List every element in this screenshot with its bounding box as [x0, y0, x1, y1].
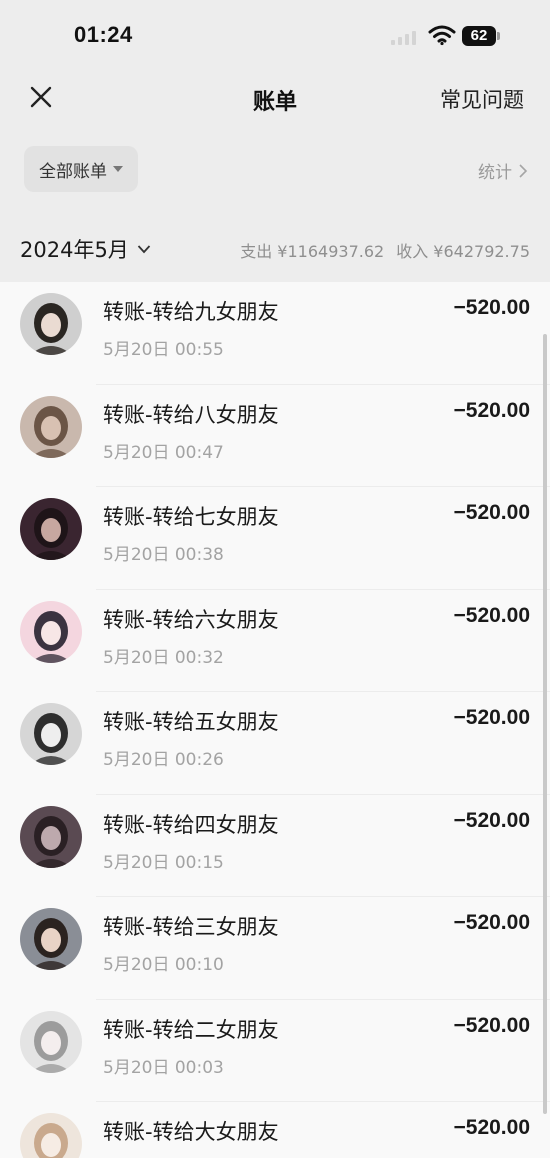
transaction-row[interactable]: 转账-转给九女朋友 5月20日 00:55 −520.00 [0, 282, 550, 385]
transaction-title: 转账-转给三女朋友 [103, 915, 279, 939]
month-row: 2024年5月 支出 ¥1164937.62 收入 ¥642792.75 [0, 226, 550, 270]
bill-filter-dropdown[interactable]: 全部账单 [24, 146, 138, 192]
transaction-row[interactable]: 转账-转给八女朋友 5月20日 00:47 −520.00 [0, 385, 550, 487]
transaction-time: 5月20日 00:26 [103, 750, 224, 770]
transaction-title: 转账-转给七女朋友 [103, 505, 279, 529]
transaction-time: 5月20日 00:03 [103, 1057, 224, 1078]
chevron-down-icon [137, 245, 150, 254]
avatar [20, 600, 82, 663]
battery-level: 62 [462, 26, 496, 46]
transaction-time: 5月20日 00:32 [103, 647, 224, 668]
transaction-time: 5月20日 00:38 [103, 545, 224, 565]
transaction-row[interactable]: 转账-转给四女朋友 5月20日 00:15 −520.00 [0, 795, 550, 897]
expense-total: 支出 ¥1164937.62 [240, 242, 385, 261]
wifi-icon [428, 25, 456, 46]
status-bar: 01:24 62 [0, 0, 550, 74]
avatar [20, 703, 82, 765]
chevron-right-icon [519, 163, 528, 178]
transaction-time: 5月20日 00:55 [103, 340, 224, 360]
battery-icon: 62 [462, 26, 500, 46]
transaction-title: 转账-转给四女朋友 [103, 812, 279, 837]
transaction-row[interactable]: 转账-转给大女朋友5月20日 00:00−520.00 [0, 1102, 550, 1158]
filter-row: 全部账单 统计 [0, 144, 550, 194]
transaction-title: 转账-转给五女朋友 [103, 710, 279, 734]
status-time: 01:24 [74, 22, 133, 47]
transaction-amount: −520.00 [453, 603, 531, 627]
transaction-row[interactable]: 转账-转给七女朋友 5月20日 00:38 −520.00 [0, 487, 550, 590]
transaction-amount: −520.00 [453, 706, 531, 729]
transaction-row[interactable]: 转账-转给六女朋友 5月20日 00:32 −520.00 [0, 590, 550, 692]
transaction-title: 转账-转给大女朋友 [103, 1120, 279, 1144]
transaction-title: 转账-转给二女朋友 [103, 1017, 279, 1042]
avatar [20, 395, 82, 458]
avatar [20, 498, 82, 560]
bill-filter-label: 全部账单 [39, 161, 107, 182]
month-summary: 支出 ¥1164937.62 收入 ¥642792.75 [240, 238, 530, 262]
month-label: 2024年5月 [20, 238, 129, 262]
transaction-amount: −520.00 [453, 1116, 531, 1139]
transaction-title: 转账-转给九女朋友 [103, 300, 279, 324]
avatar [20, 293, 82, 355]
transaction-time: 5月20日 00:47 [103, 442, 224, 463]
transaction-amount: −520.00 [453, 398, 531, 422]
transaction-time: 5月20日 00:10 [103, 955, 224, 975]
transaction-time: 5月20日 00:15 [103, 852, 224, 873]
avatar [20, 805, 82, 868]
stats-link[interactable]: 统计 [478, 158, 528, 183]
transaction-amount: −520.00 [453, 808, 531, 832]
income-total: 收入 ¥642792.75 [396, 242, 530, 261]
scrollbar[interactable] [543, 334, 547, 1114]
transaction-title: 转账-转给八女朋友 [103, 402, 279, 427]
transaction-list[interactable]: 转账-转给九女朋友 5月20日 00:55 −520.00 转账-转给八女朋友 5月20… [0, 282, 550, 1158]
transaction-row[interactable]: 转账-转给五女朋友 5月20日 00:26 −520.00 [0, 692, 550, 795]
transaction-row[interactable]: 转账-转给二女朋友 5月20日 00:03 −520.00 [0, 1000, 550, 1102]
signal-icon [391, 31, 416, 45]
transaction-title: 转账-转给六女朋友 [103, 607, 279, 632]
avatar [20, 908, 82, 970]
stats-label: 统计 [478, 163, 512, 183]
faq-link[interactable]: 常见问题 [440, 84, 524, 114]
nav-bar: 账单 常见问题 [0, 74, 550, 124]
transaction-row[interactable]: 转账-转给三女朋友 5月20日 00:10 −520.00 [0, 897, 550, 1000]
transaction-amount: −520.00 [453, 911, 531, 934]
transaction-amount: −520.00 [453, 501, 531, 524]
caret-down-icon [113, 166, 123, 172]
transaction-amount: −520.00 [453, 1013, 531, 1037]
avatar [20, 1113, 82, 1158]
avatar [20, 1010, 82, 1073]
transaction-amount: −520.00 [453, 296, 531, 319]
month-selector[interactable]: 2024年5月 [20, 234, 151, 264]
